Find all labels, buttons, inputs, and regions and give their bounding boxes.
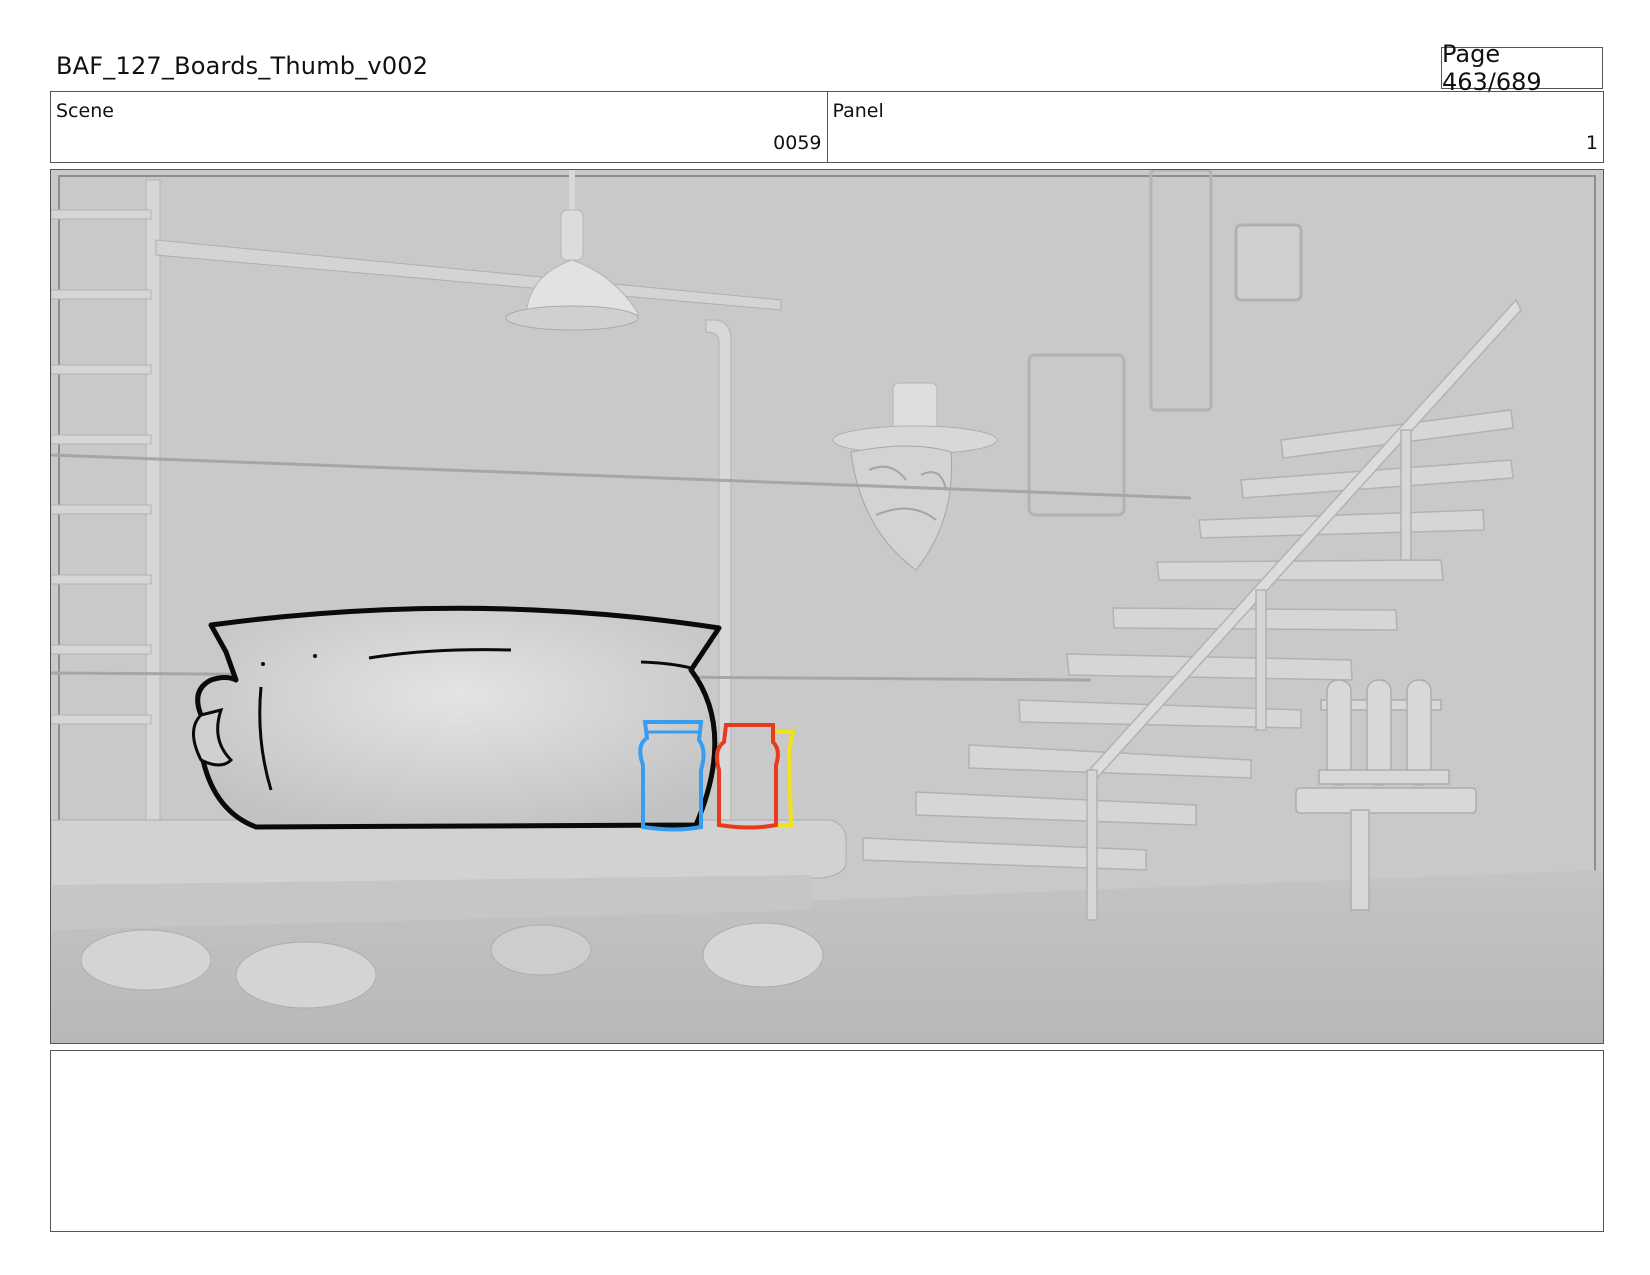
panel-number: 1: [1585, 132, 1598, 154]
scene-panel-info: Scene 0059 Panel 1: [50, 91, 1604, 163]
panel-label: Panel: [832, 100, 884, 122]
scene-number: 0059: [773, 132, 822, 154]
scene-label: Scene: [56, 100, 114, 122]
storyboard-panel-image: [50, 169, 1604, 1044]
page-number: Page 463/689: [1441, 40, 1603, 96]
panel-cell: Panel 1: [826, 92, 1604, 162]
storyboard-drawing: [51, 170, 1603, 1043]
panel-notes-box[interactable]: [50, 1050, 1604, 1232]
scene-cell: Scene 0059: [51, 92, 827, 162]
cauldron-pot: [192, 605, 722, 830]
document-title: BAF_127_Boards_Thumb_v002: [56, 52, 429, 80]
